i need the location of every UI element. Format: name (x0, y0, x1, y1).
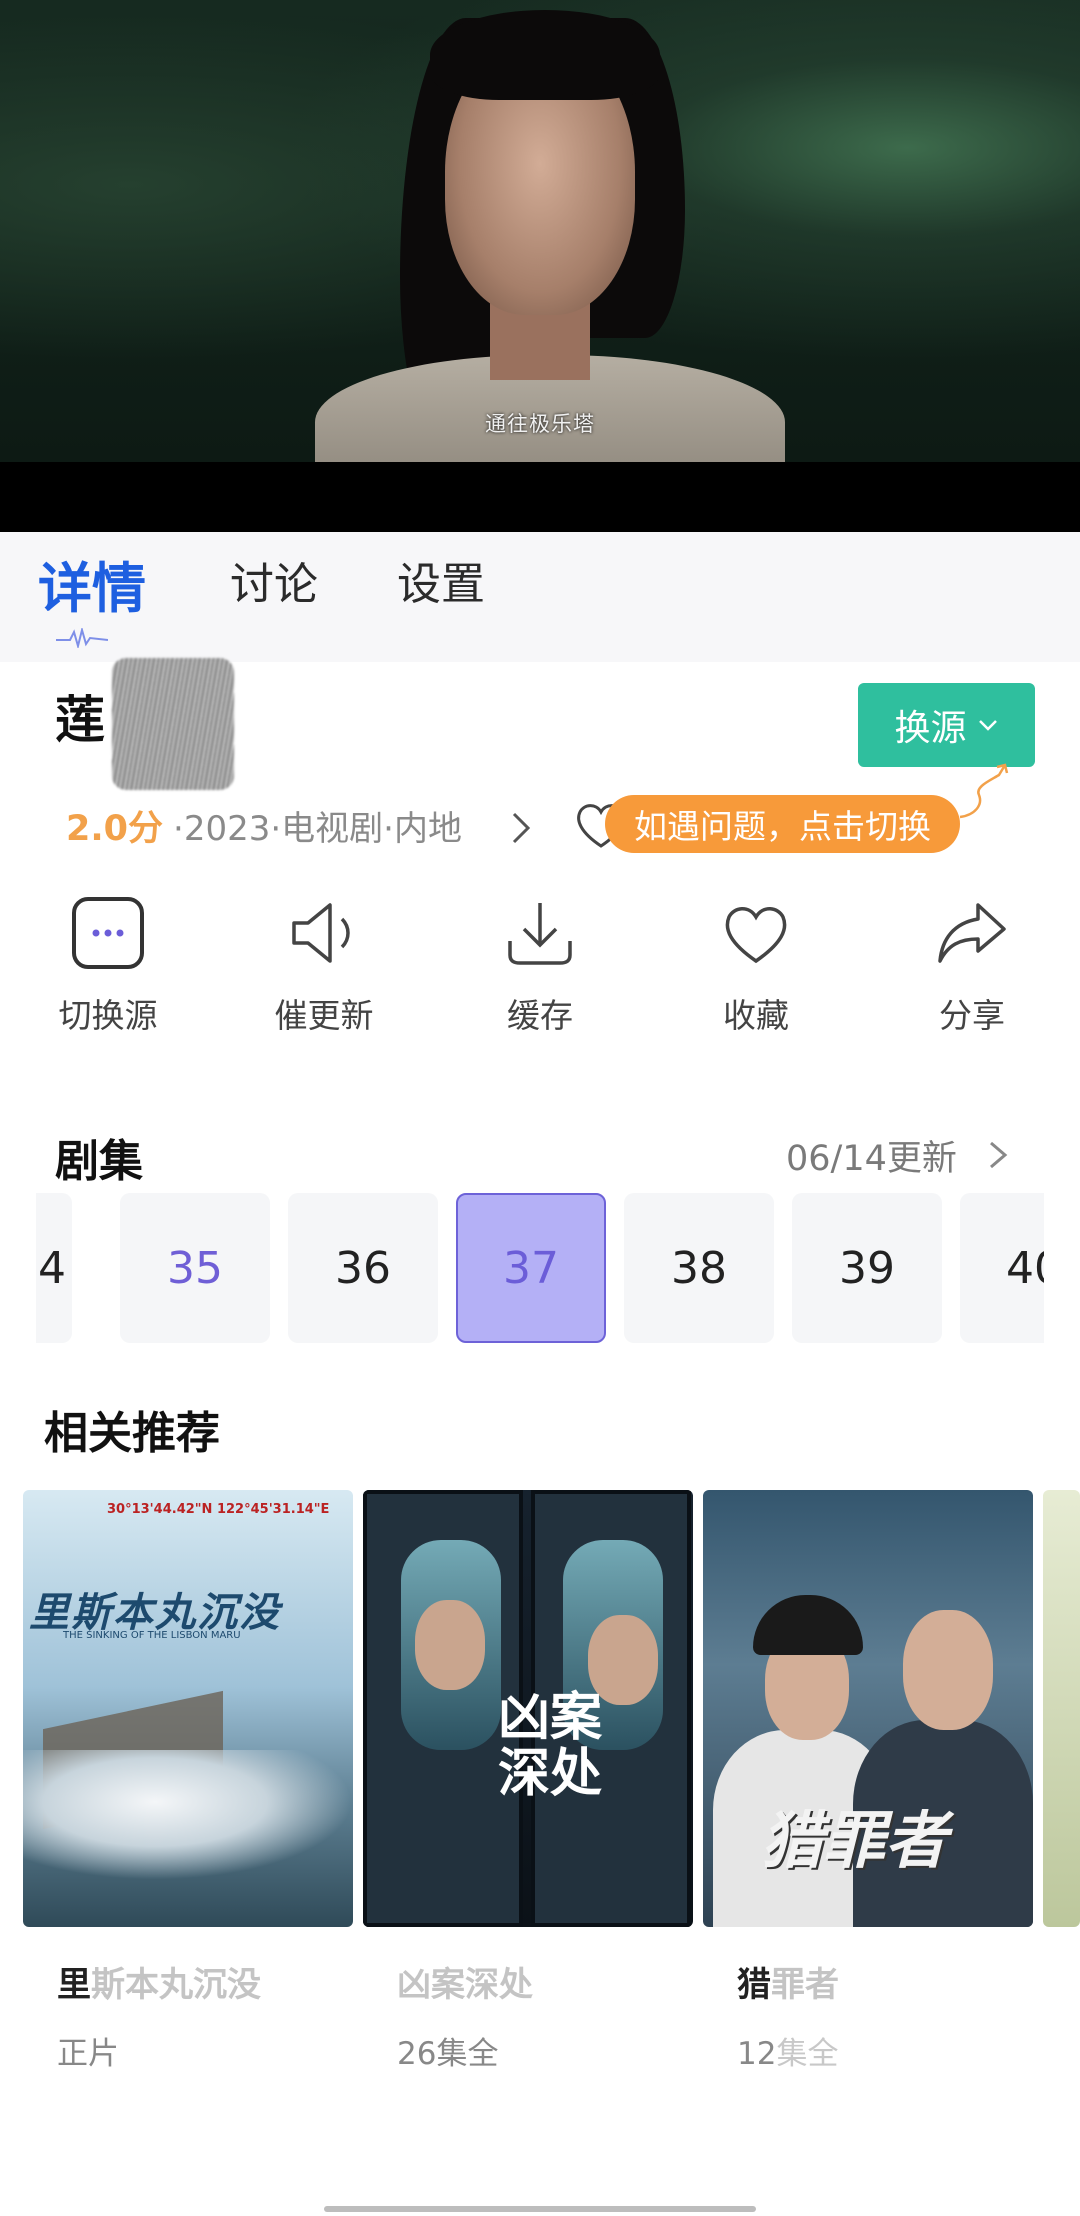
poster-image[interactable]: 猎罪者 (703, 1490, 1033, 1927)
poster-image[interactable]: 30°13'44.42"N 122°45'31.14"E 里斯本丸沉没 THE … (23, 1490, 353, 1927)
card-subtitle-head: 12 (737, 2036, 777, 2072)
more-dots-icon (72, 897, 144, 969)
show-meta-row[interactable]: 2.0分 ·2023·电视剧·内地 (66, 800, 462, 850)
action-bar: 切换源 催更新 缓存 收藏 分享 (0, 895, 1080, 1045)
recommendation-card[interactable]: 猎罪者 猎罪者 12集全 (703, 1490, 1033, 2073)
poster-face (415, 1600, 485, 1690)
tip-pointer-icon (959, 763, 1009, 819)
poster-image[interactable]: 凶案 深处 (363, 1490, 693, 1927)
video-frame[interactable]: 通往极乐塔 (0, 0, 1080, 462)
show-meta-info: ·2023·电视剧·内地 (173, 808, 462, 849)
video-player[interactable]: 通往极乐塔 (0, 0, 1080, 532)
heart-icon (725, 907, 787, 964)
action-switch-source[interactable]: 切换源 (23, 895, 193, 1037)
action-label: 催更新 (274, 996, 374, 1035)
episode-list[interactable]: 4 35 36 37 38 39 40 (36, 1193, 1044, 1343)
show-title: 莲 (55, 691, 105, 749)
episode-item[interactable]: 38 (624, 1193, 774, 1343)
action-download[interactable]: 缓存 (455, 895, 625, 1037)
tab-active-indicator (56, 628, 108, 648)
episode-item-current[interactable]: 37 (456, 1193, 606, 1343)
poster-wave (23, 1750, 353, 1880)
action-label: 缓存 (507, 996, 573, 1035)
home-indicator[interactable] (324, 2206, 756, 2212)
poster-title: 凶案 深处 (498, 1690, 602, 1802)
card-subtitle-rest: 集全 (776, 2036, 839, 2072)
video-figure-hair-top (430, 10, 660, 100)
tab-details[interactable]: 详情 (38, 544, 146, 623)
poster-title-line: 凶案 (498, 1688, 603, 1748)
chevron-right-icon[interactable] (985, 1137, 1011, 1173)
recommendations-title: 相关推荐 (44, 1408, 220, 1459)
action-urge-update[interactable]: 催更新 (239, 895, 409, 1037)
episode-item[interactable]: 40 (960, 1193, 1044, 1343)
recommendation-list[interactable]: 30°13'44.42"N 122°45'31.14"E 里斯本丸沉没 THE … (0, 1490, 1080, 2090)
episode-item[interactable]: 35 (120, 1193, 270, 1343)
action-share[interactable]: 分享 (887, 895, 1057, 1037)
title-redaction (112, 658, 234, 790)
poster-image[interactable] (1043, 1490, 1080, 1927)
recommendation-card[interactable]: 30°13'44.42"N 122°45'31.14"E 里斯本丸沉没 THE … (23, 1490, 353, 2073)
card-title-rest: 斯本丸沉没 (91, 1965, 261, 2005)
tab-settings[interactable]: 设置 (397, 548, 485, 612)
action-label: 分享 (939, 996, 1005, 1035)
poster-title-line: 深处 (498, 1744, 603, 1804)
switch-tip-bubble[interactable]: 如遇问题，点击切换 (605, 795, 960, 853)
show-score: 2.0分 (66, 808, 164, 849)
speaker-icon (292, 903, 350, 963)
download-icon (508, 903, 572, 965)
card-title-rest: 罪者 (771, 1965, 839, 2005)
card-title-head: 猎 (737, 1965, 771, 2005)
recommendation-card[interactable]: 凶案 深处 凶案深处 26集全 (363, 1490, 693, 2073)
tab-bar: 详情 讨论 设置 (0, 532, 1080, 662)
card-subtitle: 正片 (57, 2036, 119, 2072)
poster-cap (753, 1595, 863, 1655)
recommendation-card[interactable] (1043, 1490, 1080, 1927)
video-subtitle: 通往极乐塔 (485, 412, 595, 436)
card-title: 凶案深处 (363, 1957, 693, 2006)
card-subtitle: 12集全 (703, 2028, 1033, 2073)
card-title-head: 里 (57, 1965, 91, 2005)
switch-source-label: 换源 (894, 708, 967, 749)
episode-item[interactable]: 4 (36, 1193, 72, 1343)
poster-subtitle: THE SINKING OF THE LISBON MARU (63, 1630, 241, 1641)
chevron-right-icon[interactable] (505, 808, 537, 848)
poster-face (903, 1610, 993, 1730)
episode-item[interactable]: 39 (792, 1193, 942, 1343)
tab-discussion[interactable]: 讨论 (230, 548, 318, 612)
share-icon (938, 903, 1006, 963)
video-detail-page: 通往极乐塔 详情 讨论 设置 莲 换源 2.0分 ·2023·电视剧·内地 如遇… (0, 0, 1080, 2216)
card-title-rest: 凶案深处 (397, 1965, 533, 2005)
poster-coords: 30°13'44.42"N 122°45'31.14"E (107, 1502, 330, 1517)
episodes-title: 剧集 (55, 1136, 143, 1187)
episode-item[interactable]: 36 (288, 1193, 438, 1343)
action-favorite[interactable]: 收藏 (671, 895, 841, 1037)
action-label: 收藏 (723, 996, 789, 1035)
action-label: 切换源 (58, 996, 158, 1035)
chevron-down-icon (977, 713, 999, 738)
card-subtitle: 26集全 (397, 2036, 499, 2072)
poster-title: 猎罪者 (761, 1804, 948, 1877)
episodes-update-link[interactable]: 06/14更新 (786, 1130, 957, 1181)
card-title: 里斯本丸沉没 (23, 1957, 353, 2006)
card-title: 猎罪者 (703, 1957, 1033, 2006)
